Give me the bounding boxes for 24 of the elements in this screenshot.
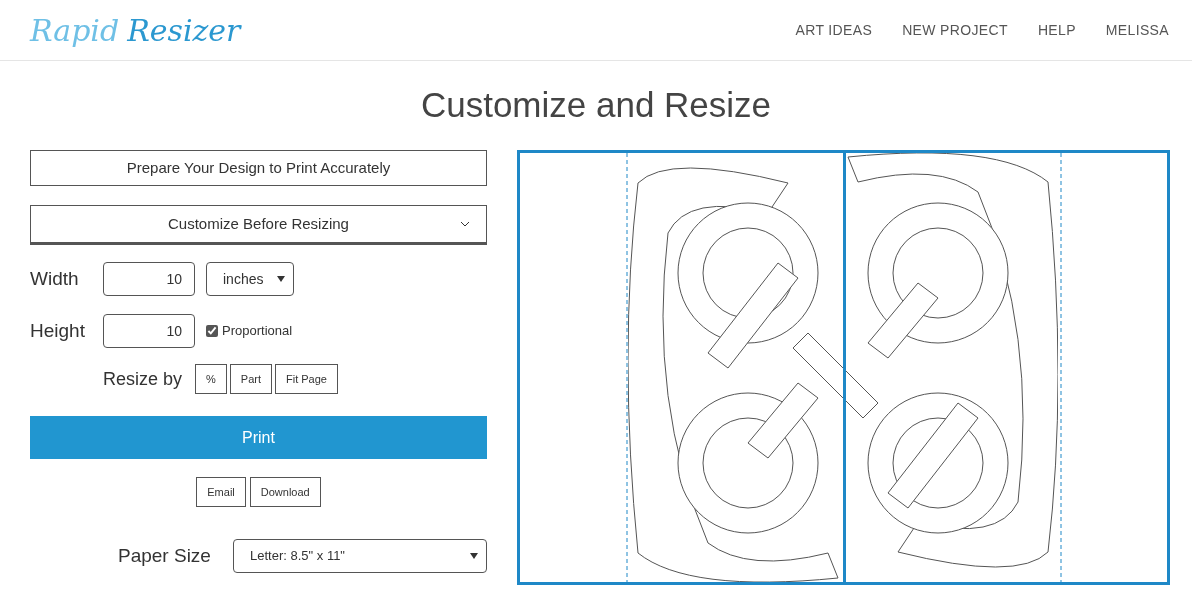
height-field[interactable]: 10	[103, 314, 195, 348]
section-button[interactable]: Prepare Your Design to Print Accurately	[30, 150, 487, 186]
paper-size-label: Paper Size	[118, 543, 212, 568]
page-title: Customize and Resize	[419, 84, 773, 126]
nav-link[interactable]: MELISSA	[1105, 19, 1169, 41]
height-label: Height	[30, 318, 86, 343]
width-label: Width	[30, 266, 80, 291]
resize-option-button[interactable]: %	[195, 364, 227, 394]
collapsible-section-button[interactable]: Customize Before Resizing	[30, 205, 487, 245]
dropdown-arrow-icon	[470, 553, 478, 559]
paper-size-select[interactable]: Letter: 8.5" x 11"	[233, 539, 487, 573]
resize-by-label: Resize by	[103, 367, 183, 391]
resize-option-button[interactable]: Fit Page	[275, 364, 338, 394]
nav-link[interactable]: ART IDEAS	[795, 19, 873, 41]
unit-select[interactable]: inches	[206, 262, 294, 296]
dropdown-arrow-icon	[277, 276, 285, 282]
nav-link[interactable]: HELP	[1037, 19, 1076, 41]
nav-link[interactable]: NEW PROJECT	[902, 19, 1008, 41]
width-field[interactable]: 10	[103, 262, 195, 296]
action-button[interactable]: Download	[249, 477, 321, 507]
proportional-checkbox[interactable]	[206, 325, 218, 337]
resize-option-button[interactable]: Part	[229, 364, 272, 394]
action-button[interactable]: Email	[196, 477, 246, 507]
checkbox-label: Proportional	[222, 322, 293, 341]
